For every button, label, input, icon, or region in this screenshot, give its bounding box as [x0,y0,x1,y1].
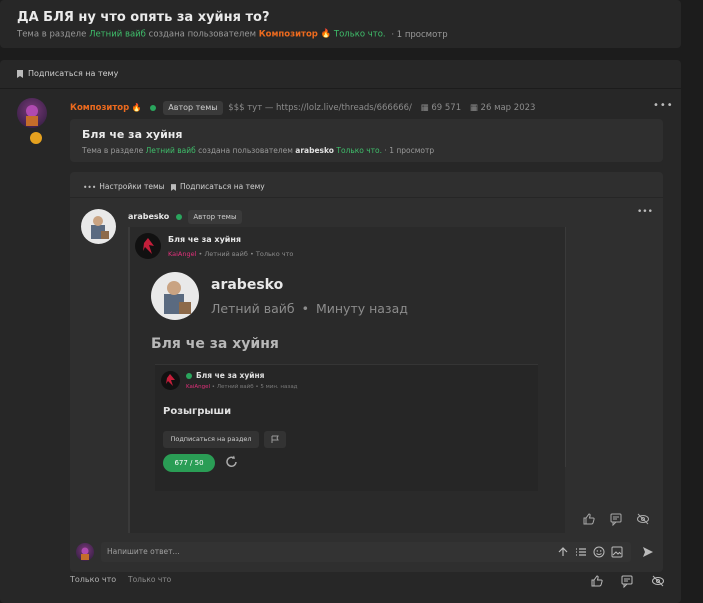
inner-subscribe-button[interactable]: Подписаться на тему [170,182,265,191]
send-icon[interactable] [642,546,654,558]
page-title: ДА БЛЯ ну что опять за хуйня то? [17,10,270,25]
online-indicator [175,213,182,220]
like-count-icon: ▦ [420,102,429,113]
inner-hide-icon[interactable] [636,512,650,526]
image-icon[interactable] [611,546,623,558]
big-card-meta: Летний вайб • Минуту назад [211,301,408,316]
like-icon[interactable] [590,574,604,588]
fire-icon: 🔥 [131,103,142,112]
inner-post-header: arabesko Автор темы [128,210,242,224]
reply-input[interactable]: Напишите ответ... [101,542,631,562]
dots-icon: ••• [83,182,97,192]
like-count: 69 571 [431,103,462,113]
small-card-title-row: Бля че за хуйня [186,371,265,380]
inner-reply-icon[interactable] [609,512,623,526]
quote-title: Бля че за хуйня [168,235,242,244]
inner-author-badge: Автор темы [188,210,242,224]
subscribe-section-button[interactable]: Подписаться на раздел [163,431,259,448]
post-date: 26 мар 2023 [480,103,536,113]
nested-thread-area: ••• Настройки темы Подписаться на тему ar… [70,172,663,584]
embedded-thread-card[interactable]: Бля че за хуйня Тема в разделе Летний ва… [70,119,663,162]
refresh-icon[interactable] [224,454,240,470]
thread-header: ДА БЛЯ ну что опять за хуйня то? Тема в … [0,0,681,48]
flag-button[interactable] [264,431,286,448]
online-indicator [149,104,156,111]
more-options-icon[interactable]: ••• [653,100,674,111]
quote-box[interactable]: Бля че за хуйня KaiAngel • Летний вайб •… [128,227,565,533]
big-card-author[interactable]: arabesko [211,277,283,293]
scrollbar[interactable] [565,227,566,467]
embedded-thread-meta: Тема в разделе Летний вайб создана польз… [82,146,435,155]
divider [70,197,663,198]
small-card-avatar[interactable] [161,371,180,390]
clock-icon [30,132,42,144]
reply-icon[interactable] [620,574,634,588]
big-card-title: Бля че за хуйня [151,336,279,352]
thread-time: Только что. [333,29,386,40]
counter-button[interactable]: 677 / 50 [163,454,215,472]
online-indicator [186,373,192,379]
author-avatar[interactable] [17,98,47,128]
section-link[interactable]: Летний вайб [89,30,146,40]
divider [0,88,681,89]
big-card-avatar[interactable] [151,272,199,320]
emoji-icon[interactable] [593,546,605,558]
arrow-up-icon[interactable] [557,546,569,558]
inner-more-options-icon[interactable]: ••• [637,207,653,217]
inner-toolbar: ••• Настройки темы Подписаться на тему [83,182,265,192]
kaiangel-avatar[interactable] [135,233,161,259]
bookmark-icon [170,183,176,191]
inner-post-time: Только что [128,575,172,584]
small-card-meta: KaiAngel • Летний вайб • 5 мин. назад [186,384,298,390]
posts-container: Подписаться на тему Композитор 🔥 Автор т… [0,60,681,603]
post-author[interactable]: Композитор [70,103,129,113]
calendar-icon: ▦ [469,102,478,113]
inner-author-avatar[interactable] [81,209,116,244]
inner-post-author[interactable]: arabesko [128,212,169,221]
subscribe-thread-button[interactable]: Подписаться на тему [17,69,118,78]
list-icon[interactable] [575,546,587,558]
author-badge: Автор темы [163,101,223,115]
small-card-heading: Розыгрыши [163,406,232,417]
post-text: $$$ тут — https://lolz.live/threads/6666… [228,103,412,113]
settings-button[interactable]: ••• Настройки темы [83,182,165,192]
post-header: Композитор 🔥 Автор темы $$$ тут — https:… [70,101,535,115]
post-time: Только что [70,575,117,584]
small-card[interactable]: Бля че за хуйня KaiAngel • Летний вайб •… [155,364,538,491]
quote-meta: KaiAngel • Летний вайб • Только что [168,250,294,258]
quote-left-border [128,227,130,533]
embedded-thread-title: Бля че за хуйня [82,128,183,141]
inner-like-icon[interactable] [582,512,596,526]
thread-meta: Тема в разделе Летний вайб создана польз… [17,29,448,40]
fire-icon: 🔥 [320,29,332,39]
reply-avatar [76,543,94,561]
reply-placeholder: Напишите ответ... [107,547,180,556]
hide-icon[interactable] [651,574,665,588]
author-link[interactable]: Композитор [259,30,318,40]
bookmark-icon [17,69,23,78]
